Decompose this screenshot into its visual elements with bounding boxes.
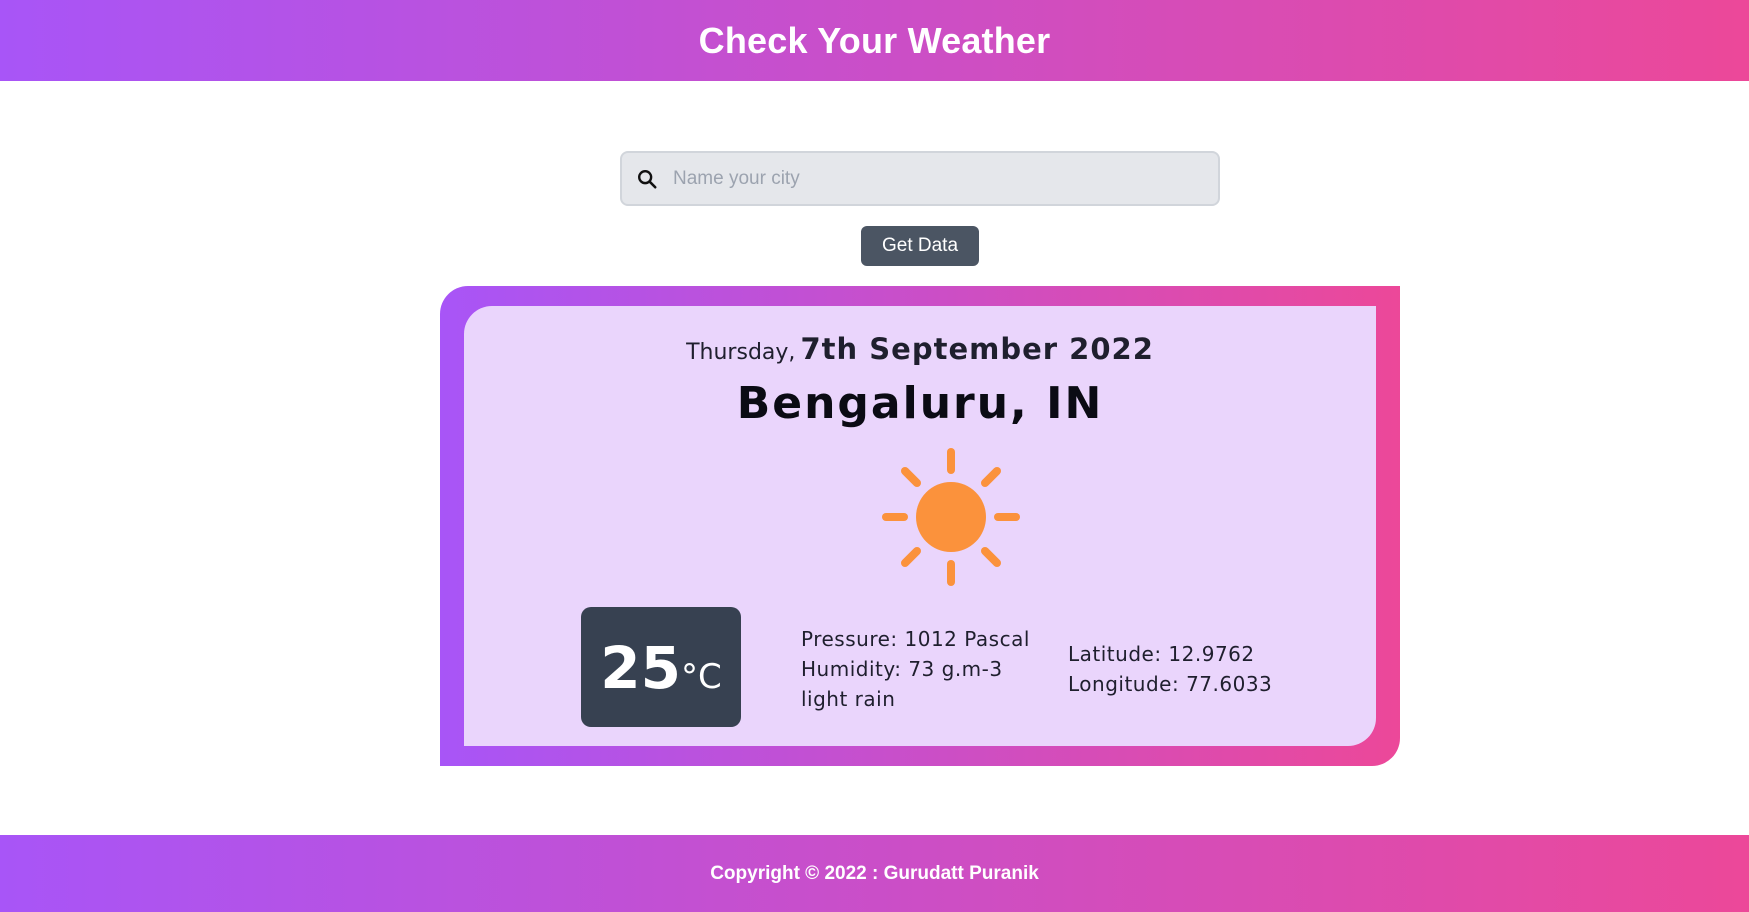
- weather-details: Pressure: 1012 Pascal Humidity: 73 g.m-3…: [801, 624, 1030, 714]
- weather-card-content: Thursday, 7th September 2022 Bengaluru, …: [464, 306, 1376, 746]
- app-header: Check Your Weather: [0, 0, 1749, 81]
- full-date: 7th September 2022: [800, 332, 1154, 366]
- latitude-text: Latitude: 12.9762: [1068, 642, 1255, 666]
- copyright-text: Copyright © 2022 : Gurudatt Puranik: [710, 862, 1039, 884]
- temperature-value: 25: [600, 634, 681, 702]
- humidity-text: Humidity: 73 g.m-3: [801, 657, 1003, 681]
- search-box[interactable]: [620, 151, 1220, 206]
- weather-card: Thursday, 7th September 2022 Bengaluru, …: [440, 286, 1400, 766]
- page-title: Check Your Weather: [698, 19, 1051, 61]
- temperature-box: 25 °C: [581, 607, 741, 727]
- coordinates: Latitude: 12.9762 Longitude: 77.6033: [1068, 639, 1272, 699]
- temperature-unit: °C: [680, 657, 722, 697]
- city-search-input[interactable]: [659, 152, 1218, 205]
- sun-icon: [882, 448, 1020, 586]
- pressure-text: Pressure: 1012 Pascal: [801, 627, 1030, 651]
- longitude-text: Longitude: 77.6033: [1068, 672, 1273, 696]
- get-data-button[interactable]: Get Data: [861, 226, 979, 266]
- city-name: Bengaluru, IN: [736, 378, 1104, 429]
- day-name: Thursday,: [686, 340, 796, 365]
- search-icon: [635, 167, 659, 191]
- date-line: Thursday, 7th September 2022: [464, 332, 1376, 366]
- weather-description: light rain: [801, 687, 896, 711]
- app-footer: Copyright © 2022 : Gurudatt Puranik: [0, 835, 1749, 912]
